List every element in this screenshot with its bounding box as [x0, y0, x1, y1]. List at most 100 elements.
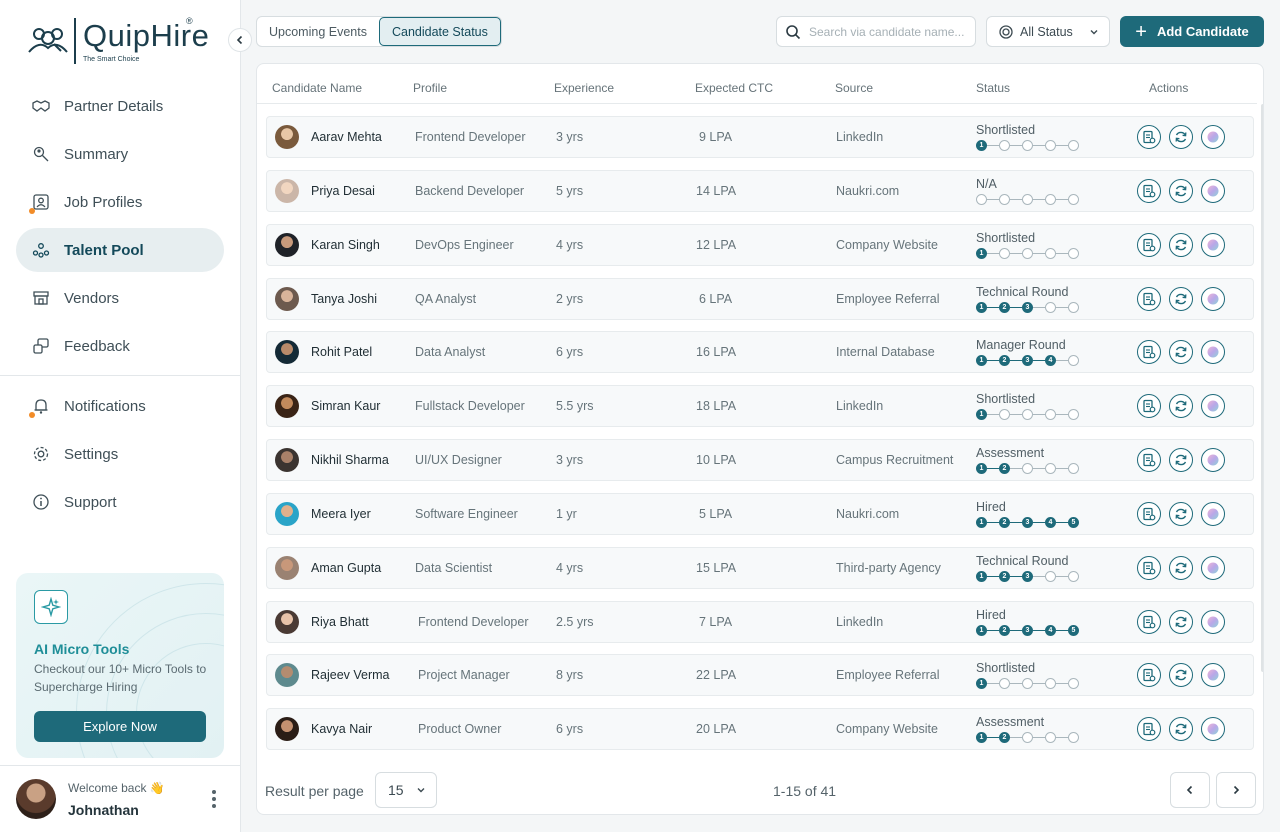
refresh-icon[interactable]: [1169, 178, 1193, 203]
progress-step: 1: [976, 355, 987, 367]
table-row[interactable]: Tanya Joshi QA Analyst 2 yrs 6 LPA Employee …: [266, 277, 1254, 320]
candidate-name: Aman Gupta: [311, 560, 382, 575]
progress-step: [1045, 409, 1056, 421]
collapse-sidebar-button[interactable]: [228, 28, 252, 52]
progress-connector: [987, 468, 999, 470]
resume-icon[interactable]: [1137, 178, 1161, 203]
status-progress: 1: [976, 140, 1079, 151]
candidate-experience: 6 yrs: [556, 345, 584, 360]
sidebar-item-talent-pool[interactable]: Talent Pool: [16, 228, 224, 272]
table-row[interactable]: Karan Singh DevOps Engineer 4 yrs 12 LPA Com…: [266, 223, 1254, 266]
sidebar-item-partner-details[interactable]: Partner Details: [16, 84, 224, 128]
refresh-icon[interactable]: [1169, 286, 1193, 311]
refresh-icon[interactable]: [1169, 340, 1193, 365]
sidebar-item-feedback[interactable]: Feedback: [16, 324, 224, 368]
resume-icon[interactable]: [1137, 125, 1161, 149]
refresh-icon[interactable]: [1169, 609, 1193, 634]
tab-candidate-status[interactable]: Candidate Status: [378, 17, 501, 46]
ai-orb-icon[interactable]: [1201, 232, 1225, 257]
table-row[interactable]: Aarav Mehta Frontend Developer 3 yrs 9 LPA L…: [266, 116, 1254, 158]
ai-orb-icon[interactable]: [1201, 178, 1225, 203]
ai-orb-icon[interactable]: [1201, 501, 1225, 526]
ai-orb-icon[interactable]: [1201, 394, 1225, 419]
plus-icon: +: [1135, 20, 1147, 43]
status-filter-select[interactable]: All Status: [986, 16, 1110, 47]
add-candidate-button[interactable]: + Add Candidate: [1120, 16, 1264, 47]
progress-step: 1: [976, 247, 987, 259]
table-row[interactable]: Priya Desai Backend Developer 5 yrs 14 LPA N…: [266, 169, 1254, 212]
resume-icon[interactable]: [1137, 286, 1161, 311]
table-row[interactable]: Rajeev Verma Project Manager 8 yrs 22 LPA Em…: [266, 654, 1254, 697]
sidebar-item-notifications[interactable]: Notifications: [16, 384, 224, 428]
progress-connector: [1056, 468, 1068, 470]
sidebar-item-support[interactable]: Support: [16, 480, 224, 524]
progress-step: 3: [1022, 301, 1033, 313]
status-label: Manager Round: [976, 338, 1066, 353]
table-scrollbar[interactable]: [1261, 104, 1263, 672]
resume-icon[interactable]: [1137, 501, 1161, 526]
progress-connector: [1010, 414, 1022, 416]
progress-connector: [1056, 252, 1068, 254]
sidebar-item-summary[interactable]: Summary: [16, 132, 224, 176]
table-row[interactable]: Rohit Patel Data Analyst 6 yrs 16 LPA Intern…: [266, 331, 1254, 374]
next-page-button[interactable]: [1216, 772, 1256, 808]
table-row[interactable]: Kavya Nair Product Owner 6 yrs 20 LPA Compan…: [266, 708, 1254, 751]
refresh-icon[interactable]: [1169, 501, 1193, 526]
candidate-name: Rohit Patel: [311, 345, 373, 360]
refresh-icon[interactable]: [1169, 555, 1193, 580]
candidate-name: Tanya Joshi: [311, 291, 378, 306]
sidebar-item-vendors[interactable]: Vendors: [16, 276, 224, 320]
candidate-name: Simran Kaur: [311, 399, 381, 414]
ai-orb-icon[interactable]: [1201, 448, 1225, 473]
progress-step: 2: [999, 624, 1010, 636]
tab-upcoming-events[interactable]: Upcoming Events: [257, 17, 379, 46]
refresh-icon[interactable]: [1169, 717, 1193, 742]
table-row[interactable]: Simran Kaur Fullstack Developer 5.5 yrs 18 …: [266, 385, 1254, 428]
table-row[interactable]: Aman Gupta Data Scientist 4 yrs 15 LPA Third…: [266, 546, 1254, 589]
ai-orb-icon[interactable]: [1201, 663, 1225, 688]
resume-icon[interactable]: [1137, 609, 1161, 634]
results-per-page-select[interactable]: 15: [375, 772, 437, 808]
table-row[interactable]: Riya Bhatt Frontend Developer 2.5 yrs 7 LPA…: [266, 600, 1254, 643]
refresh-icon[interactable]: [1169, 663, 1193, 688]
resume-icon[interactable]: [1137, 663, 1161, 688]
resume-icon[interactable]: [1137, 555, 1161, 580]
ai-orb-icon[interactable]: [1201, 717, 1225, 742]
ai-orb-icon[interactable]: [1201, 340, 1225, 365]
table-row[interactable]: Nikhil Sharma UI/UX Designer 3 yrs 10 LPA Ca…: [266, 439, 1254, 482]
resume-icon[interactable]: [1137, 717, 1161, 742]
status-label: N/A: [976, 176, 997, 191]
progress-step: [1022, 409, 1033, 421]
candidate-profile: Frontend Developer: [415, 130, 526, 144]
ai-orb-icon[interactable]: [1201, 125, 1225, 149]
ai-orb-icon[interactable]: [1201, 609, 1225, 634]
candidate-expected-ctc: 22 LPA: [696, 668, 737, 683]
table-row[interactable]: Meera Iyer Software Engineer 1 yr 5 LPA Nauk…: [266, 492, 1254, 535]
promo-title: AI Micro Tools: [34, 641, 130, 657]
explore-now-button[interactable]: Explore Now: [34, 711, 206, 742]
progress-connector: [1033, 306, 1045, 308]
candidate-name: Nikhil Sharma: [311, 453, 389, 468]
progress-connector: [1033, 145, 1045, 146]
sidebar-item-job-profiles[interactable]: Job Profiles: [16, 180, 224, 224]
brand-logo[interactable]: QuipHire ® The Smart Choice: [27, 16, 209, 66]
ai-orb-icon[interactable]: [1201, 286, 1225, 311]
refresh-icon[interactable]: [1169, 125, 1193, 149]
refresh-icon[interactable]: [1169, 448, 1193, 473]
resume-icon[interactable]: [1137, 394, 1161, 419]
search-input[interactable]: [809, 24, 969, 39]
row-actions: [1137, 394, 1233, 419]
resume-icon[interactable]: [1137, 232, 1161, 257]
sidebar-item-settings[interactable]: Settings: [16, 432, 224, 476]
ai-orb-icon[interactable]: [1201, 555, 1225, 580]
resume-icon[interactable]: [1137, 448, 1161, 473]
resume-icon[interactable]: [1137, 340, 1161, 365]
more-options-icon[interactable]: [208, 790, 220, 810]
refresh-icon[interactable]: [1169, 232, 1193, 257]
candidate-source: Company Website: [836, 722, 938, 737]
results-per-page-label: Result per page: [265, 783, 364, 799]
refresh-icon[interactable]: [1169, 394, 1193, 419]
user-avatar[interactable]: [16, 779, 56, 819]
prev-page-button[interactable]: [1170, 772, 1210, 808]
table-header: Candidate Name Profile Experience Expect…: [257, 64, 1257, 104]
